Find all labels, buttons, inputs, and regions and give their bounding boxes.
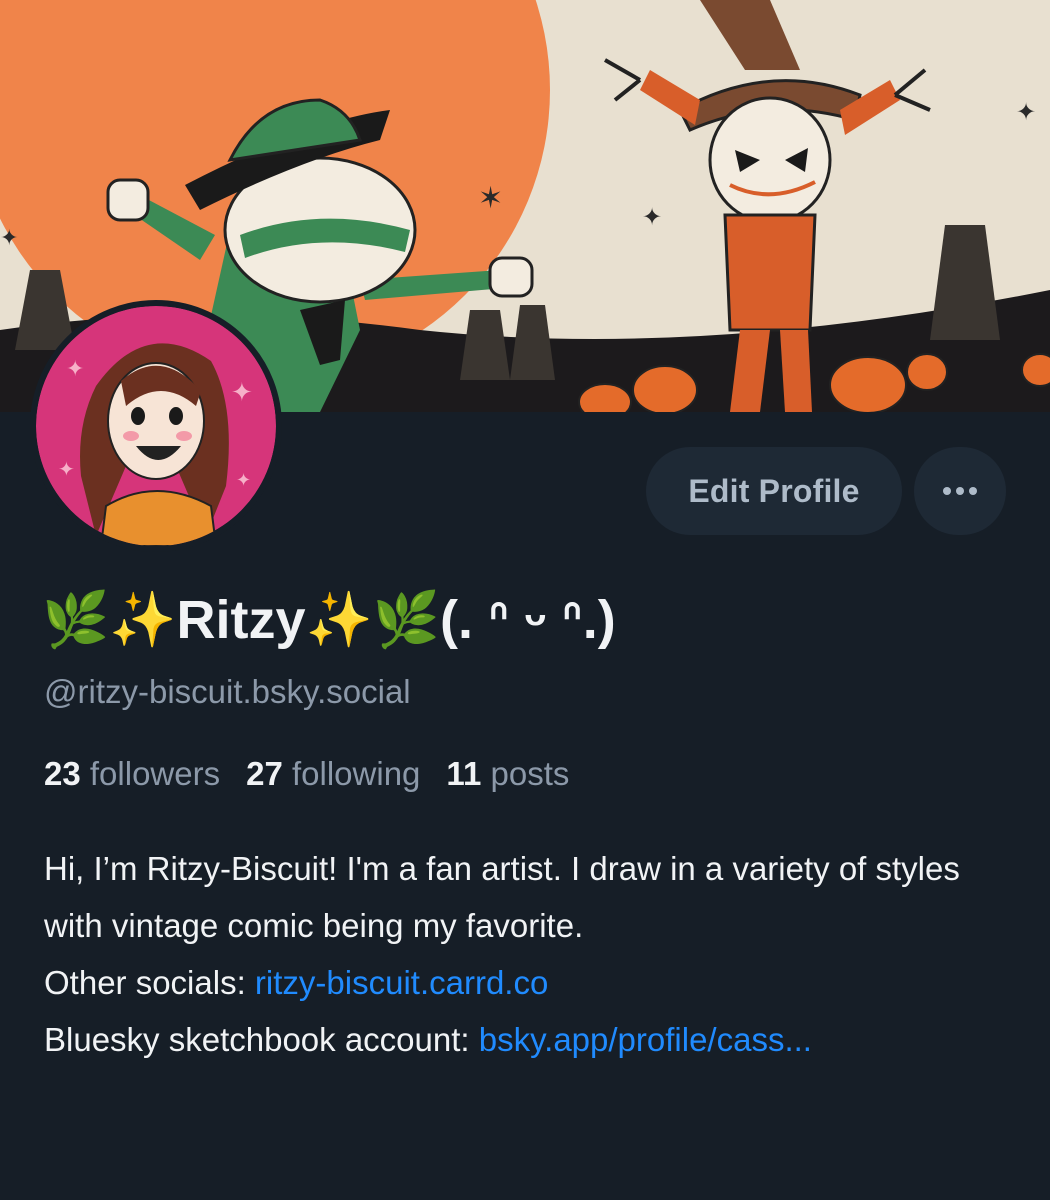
bio-other-socials: Other socials: ritzy-biscuit.carrd.co xyxy=(44,954,1004,1011)
carrd-link[interactable]: ritzy-biscuit.carrd.co xyxy=(255,964,548,1001)
svg-text:✦: ✦ xyxy=(66,357,84,382)
display-name-suffix: ✨🌿(. ᐢ ᵕ ᐢ.) xyxy=(305,590,616,650)
avatar[interactable]: ✦ ✦ ✦ ✦ xyxy=(30,300,282,552)
svg-text:✦: ✦ xyxy=(0,226,18,251)
sketchbook-link[interactable]: bsky.app/profile/cass... xyxy=(479,1021,812,1058)
following-label: following xyxy=(292,755,421,792)
bio-sketchbook: Bluesky sketchbook account: bsky.app/pro… xyxy=(44,1011,1004,1068)
svg-text:✦: ✦ xyxy=(642,203,662,231)
following-stat[interactable]: 27 following xyxy=(246,755,420,793)
bio-intro: Hi, I’m Ritzy-Biscuit! I'm a fan artist.… xyxy=(44,850,960,944)
edit-profile-button[interactable]: Edit Profile xyxy=(646,447,902,535)
posts-label: posts xyxy=(490,755,570,792)
followers-stat[interactable]: 23 followers xyxy=(44,755,220,793)
profile-handle: @ritzy-biscuit.bsky.social xyxy=(44,673,411,710)
svg-text:✦: ✦ xyxy=(231,378,253,408)
following-count: 27 xyxy=(246,755,283,792)
other-socials-label: Other socials: xyxy=(44,964,255,1001)
svg-text:✦: ✦ xyxy=(58,457,75,481)
svg-text:✶: ✶ xyxy=(478,181,503,216)
followers-count: 23 xyxy=(44,755,81,792)
profile-stats: 23 followers 27 following 11 posts xyxy=(44,755,569,793)
edit-profile-label: Edit Profile xyxy=(688,472,860,509)
display-name-prefix: 🌿✨ xyxy=(42,589,177,650)
posts-count: 11 xyxy=(446,755,482,792)
display-name-text: Ritzy xyxy=(176,590,306,650)
display-name: 🌿✨ Ritzy ✨🌿(. ᐢ ᵕ ᐢ.) xyxy=(42,578,616,662)
profile-bio: Hi, I’m Ritzy-Biscuit! I'm a fan artist.… xyxy=(44,840,1004,1068)
more-options-button[interactable] xyxy=(914,447,1006,535)
ellipsis-icon xyxy=(943,487,977,495)
posts-stat: 11 posts xyxy=(446,755,569,793)
svg-text:✦: ✦ xyxy=(236,470,251,491)
svg-text:✦: ✦ xyxy=(1016,98,1036,126)
sketchbook-label: Bluesky sketchbook account: xyxy=(44,1021,479,1058)
avatar-image: ✦ ✦ ✦ ✦ xyxy=(36,306,276,546)
followers-label: followers xyxy=(89,755,221,792)
